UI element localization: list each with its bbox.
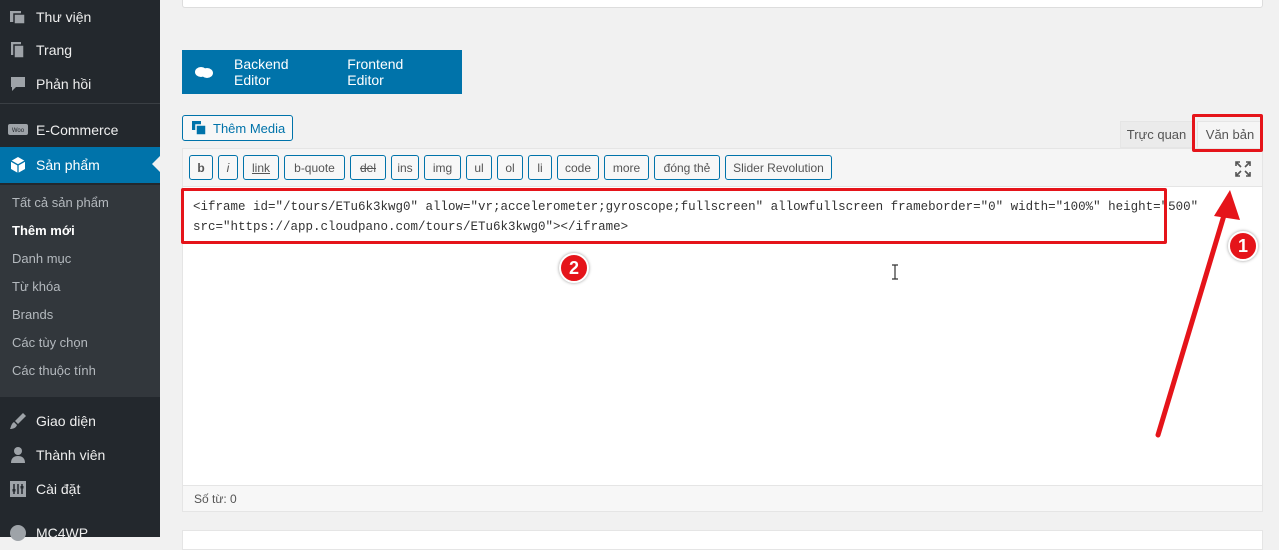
qt-ul-button[interactable]: ul (466, 155, 492, 180)
menu-item-mc4wp[interactable]: MC4WP (0, 516, 160, 550)
menu-label: MC4WP (36, 525, 89, 541)
qt-link-button[interactable]: link (243, 155, 279, 180)
submenu-all-products[interactable]: Tất cả sản phẩm (12, 195, 109, 210)
brush-icon (8, 411, 28, 431)
qt-more-button[interactable]: more (604, 155, 649, 180)
submenu-add-new[interactable]: Thêm mới (12, 223, 75, 238)
add-media-button[interactable]: Thêm Media (182, 115, 293, 141)
add-media-label: Thêm Media (213, 120, 286, 136)
builder-logo-icon (194, 65, 214, 79)
tab-visual[interactable]: Trực quan (1120, 121, 1193, 148)
title-input[interactable] (182, 0, 1263, 8)
menu-label: Cài đặt (36, 481, 81, 497)
menu-item-ecommerce[interactable]: Woo E-Commerce (0, 113, 160, 147)
menu-item-users[interactable]: Thành viên (0, 438, 160, 472)
word-count: Số từ: 0 (183, 485, 1262, 511)
qt-code-button[interactable]: code (557, 155, 599, 180)
woo-icon: Woo (8, 120, 28, 140)
admin-sidebar: Thư viện Trang Phản hồi Woo E-Commerce S… (0, 0, 160, 541)
page-icon (8, 40, 28, 60)
fullscreen-icon[interactable] (1235, 161, 1251, 177)
submenu-options[interactable]: Các tùy chọn (12, 335, 88, 350)
media-icon (191, 120, 207, 136)
frontend-editor-button[interactable]: Frontend Editor (347, 56, 438, 88)
menu-item-appearance[interactable]: Giao diện (0, 404, 160, 438)
qt-li-button[interactable]: li (528, 155, 552, 180)
menu-label: Phản hồi (36, 76, 92, 92)
next-metabox (182, 530, 1263, 550)
qt-italic-button[interactable]: i (218, 155, 238, 180)
qt-ol-button[interactable]: ol (497, 155, 523, 180)
menu-item-pages[interactable]: Trang (0, 33, 160, 67)
text-cursor-icon (891, 264, 899, 280)
menu-item-library[interactable]: Thư viện (0, 0, 160, 34)
submenu-tags[interactable]: Từ khóa (12, 279, 60, 294)
annotation-arrow-icon (1155, 190, 1240, 438)
products-submenu: Tất cả sản phẩm Thêm mới Danh mục Từ khó… (0, 185, 160, 397)
qt-ins-button[interactable]: ins (391, 155, 419, 180)
menu-label: Sản phẩm (36, 157, 100, 173)
cube-icon (8, 155, 28, 175)
qt-bquote-button[interactable]: b-quote (284, 155, 345, 180)
menu-item-comments[interactable]: Phản hồi (0, 67, 160, 101)
menu-label: Thư viện (36, 9, 92, 25)
qt-del-button[interactable]: del (350, 155, 386, 180)
settings-icon (8, 479, 28, 499)
qt-img-button[interactable]: img (424, 155, 461, 180)
menu-item-products[interactable]: Sản phẩm (0, 147, 160, 183)
menu-label: Trang (36, 42, 73, 58)
qt-bold-button[interactable]: b (189, 155, 213, 180)
menu-label: Giao diện (36, 413, 96, 429)
page-builder-bar: Backend Editor Frontend Editor (182, 50, 462, 94)
annotation-badge-1: 1 (1228, 231, 1258, 261)
menu-item-settings[interactable]: Cài đặt (0, 472, 160, 506)
submenu-attributes[interactable]: Các thuộc tính (12, 363, 96, 378)
qt-close-tags-button[interactable]: đóng thẻ (654, 155, 720, 180)
svg-text:Woo: Woo (12, 128, 25, 134)
annotation-box-text-tab (1192, 114, 1263, 152)
quicktags-toolbar: b i link b-quote del ins img ul ol li co… (183, 149, 1262, 187)
comment-icon (8, 74, 28, 94)
mc4wp-icon (8, 523, 28, 543)
user-icon (8, 445, 28, 465)
annotation-badge-2: 2 (559, 253, 589, 283)
backend-editor-button[interactable]: Backend Editor (234, 56, 323, 88)
media-library-icon (8, 7, 28, 27)
submenu-categories[interactable]: Danh mục (12, 251, 71, 266)
menu-label: E-Commerce (36, 122, 119, 138)
menu-label: Thành viên (36, 447, 106, 463)
qt-slider-revolution-button[interactable]: Slider Revolution (725, 155, 832, 180)
menu-separator (0, 103, 160, 104)
annotation-box-code (181, 188, 1167, 244)
submenu-brands[interactable]: Brands (12, 307, 53, 322)
